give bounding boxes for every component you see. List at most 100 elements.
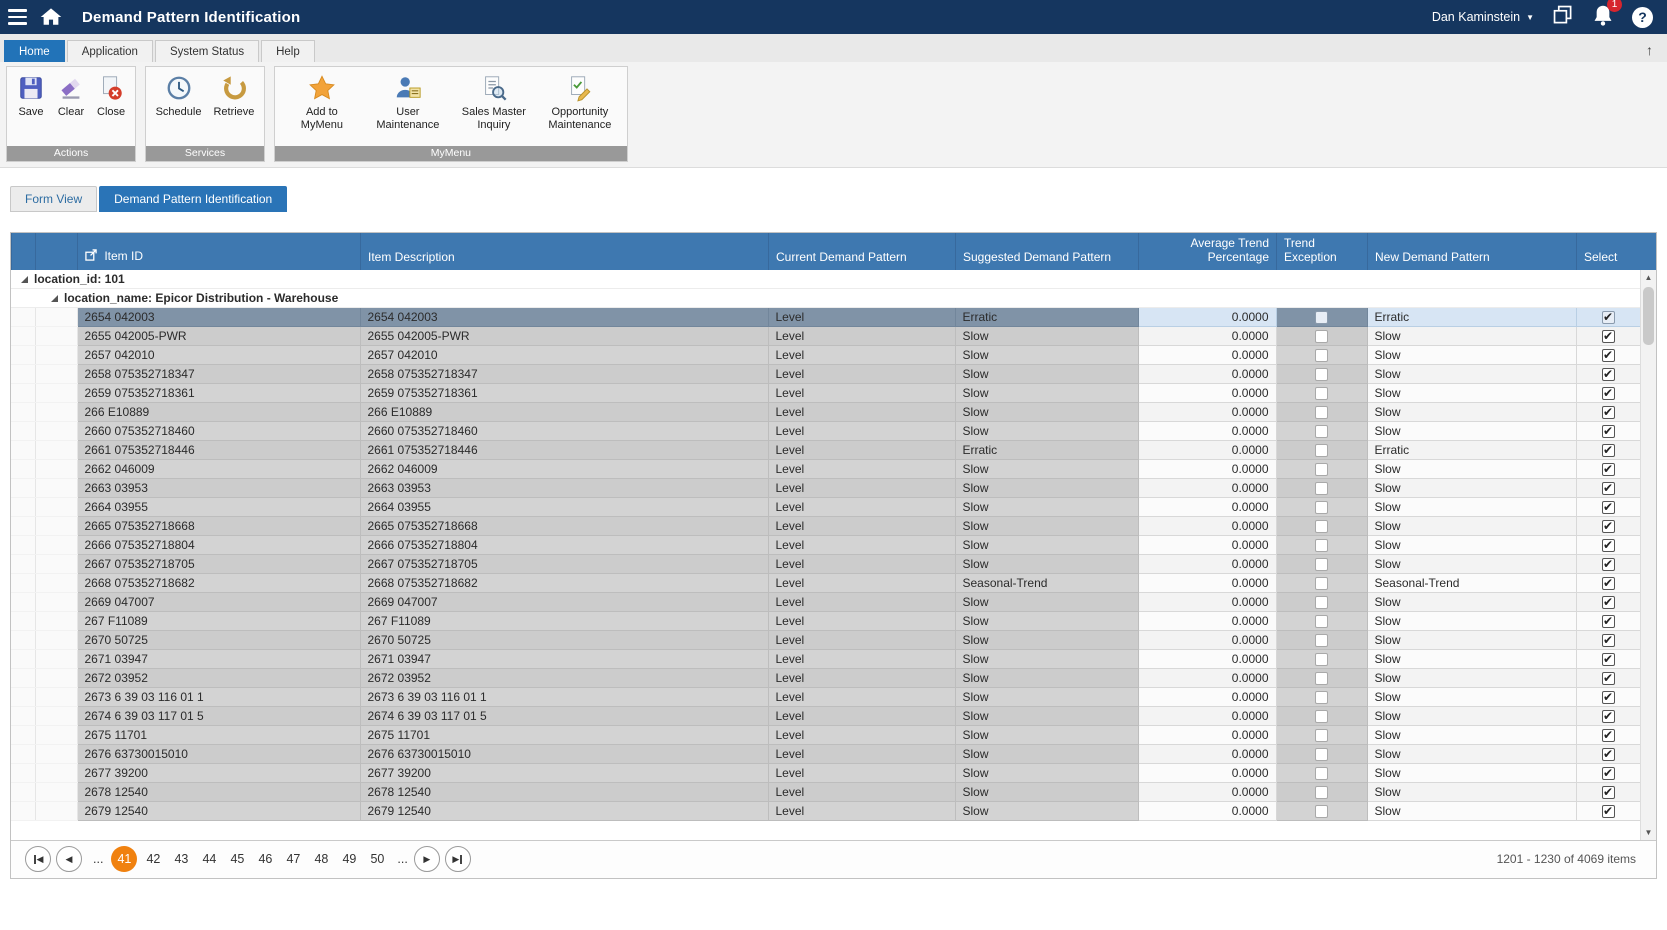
cell-average-trend-percentage[interactable]: 0.0000 xyxy=(1138,802,1276,821)
table-row[interactable]: 2668 075352718682 2668 075352718682 Leve… xyxy=(11,574,1641,593)
trend-exception-checkbox[interactable] xyxy=(1315,368,1328,381)
cell-average-trend-percentage[interactable]: 0.0000 xyxy=(1138,783,1276,802)
cell-select[interactable] xyxy=(1576,384,1641,403)
select-checkbox[interactable] xyxy=(1602,539,1615,552)
select-checkbox[interactable] xyxy=(1602,786,1615,799)
cell-average-trend-percentage[interactable]: 0.0000 xyxy=(1138,441,1276,460)
menu-tab-application[interactable]: Application xyxy=(67,40,153,62)
cell-trend-exception[interactable] xyxy=(1276,308,1367,327)
cell-trend-exception[interactable] xyxy=(1276,403,1367,422)
cell-select[interactable] xyxy=(1576,688,1641,707)
table-row[interactable]: 2669 047007 2669 047007 Level Slow 0.000… xyxy=(11,593,1641,612)
cell-current-demand-pattern[interactable]: Level xyxy=(768,650,955,669)
cell-average-trend-percentage[interactable]: 0.0000 xyxy=(1138,555,1276,574)
trend-exception-checkbox[interactable] xyxy=(1315,387,1328,400)
trend-exception-checkbox[interactable] xyxy=(1315,558,1328,571)
table-row[interactable]: 2666 075352718804 2666 075352718804 Leve… xyxy=(11,536,1641,555)
cell-average-trend-percentage[interactable]: 0.0000 xyxy=(1138,498,1276,517)
cell-new-demand-pattern[interactable]: Slow xyxy=(1367,517,1576,536)
cell-suggested-demand-pattern[interactable]: Slow xyxy=(955,555,1138,574)
tab-form-view[interactable]: Form View xyxy=(10,186,97,212)
cell-average-trend-percentage[interactable]: 0.0000 xyxy=(1138,327,1276,346)
table-row[interactable]: 2663 03953 2663 03953 Level Slow 0.0000 … xyxy=(11,479,1641,498)
cell-suggested-demand-pattern[interactable]: Slow xyxy=(955,422,1138,441)
pager-page-47[interactable]: 47 xyxy=(281,847,305,871)
cell-new-demand-pattern[interactable]: Slow xyxy=(1367,783,1576,802)
cell-item-id[interactable]: 2654 042003 xyxy=(77,308,360,327)
cell-select[interactable] xyxy=(1576,764,1641,783)
cell-suggested-demand-pattern[interactable]: Slow xyxy=(955,802,1138,821)
select-checkbox[interactable] xyxy=(1602,558,1615,571)
cell-new-demand-pattern[interactable]: Slow xyxy=(1367,384,1576,403)
cell-suggested-demand-pattern[interactable]: Slow xyxy=(955,346,1138,365)
cell-trend-exception[interactable] xyxy=(1276,593,1367,612)
trend-exception-checkbox[interactable] xyxy=(1315,577,1328,590)
cell-trend-exception[interactable] xyxy=(1276,745,1367,764)
cell-suggested-demand-pattern[interactable]: Slow xyxy=(955,669,1138,688)
trend-exception-checkbox[interactable] xyxy=(1315,634,1328,647)
cell-select[interactable] xyxy=(1576,631,1641,650)
cell-select[interactable] xyxy=(1576,593,1641,612)
cell-item-description[interactable]: 2671 03947 xyxy=(360,650,768,669)
select-checkbox[interactable] xyxy=(1602,748,1615,761)
tab-demand-pattern-identification[interactable]: Demand Pattern Identification xyxy=(99,186,287,212)
cell-average-trend-percentage[interactable]: 0.0000 xyxy=(1138,460,1276,479)
cell-new-demand-pattern[interactable]: Slow xyxy=(1367,460,1576,479)
cell-average-trend-percentage[interactable]: 0.0000 xyxy=(1138,688,1276,707)
cell-item-id[interactable]: 2661 075352718446 xyxy=(77,441,360,460)
trend-exception-checkbox[interactable] xyxy=(1315,463,1328,476)
cell-select[interactable] xyxy=(1576,802,1641,821)
cell-trend-exception[interactable] xyxy=(1276,384,1367,403)
cell-item-id[interactable]: 2676 63730015010 xyxy=(77,745,360,764)
cell-item-id[interactable]: 2673 6 39 03 116 01 1 xyxy=(77,688,360,707)
trend-exception-checkbox[interactable] xyxy=(1315,311,1328,324)
cell-item-description[interactable]: 2662 046009 xyxy=(360,460,768,479)
cell-current-demand-pattern[interactable]: Level xyxy=(768,593,955,612)
collapse-ribbon-icon[interactable]: ↑ xyxy=(1646,42,1653,58)
home-icon[interactable] xyxy=(34,0,68,34)
cell-current-demand-pattern[interactable]: Level xyxy=(768,498,955,517)
cell-current-demand-pattern[interactable]: Level xyxy=(768,327,955,346)
trend-exception-checkbox[interactable] xyxy=(1315,482,1328,495)
trend-exception-checkbox[interactable] xyxy=(1315,672,1328,685)
save-button[interactable]: Save xyxy=(12,71,50,121)
select-checkbox[interactable] xyxy=(1602,501,1615,514)
cell-average-trend-percentage[interactable]: 0.0000 xyxy=(1138,650,1276,669)
trend-exception-checkbox[interactable] xyxy=(1315,444,1328,457)
cell-average-trend-percentage[interactable]: 0.0000 xyxy=(1138,764,1276,783)
cell-current-demand-pattern[interactable]: Level xyxy=(768,308,955,327)
cell-item-id[interactable]: 267 F11089 xyxy=(77,612,360,631)
cell-average-trend-percentage[interactable]: 0.0000 xyxy=(1138,384,1276,403)
cell-item-id[interactable]: 2662 046009 xyxy=(77,460,360,479)
group-row-location-id[interactable]: location_id: 101 xyxy=(11,270,1641,289)
cell-average-trend-percentage[interactable]: 0.0000 xyxy=(1138,612,1276,631)
select-checkbox[interactable] xyxy=(1602,596,1615,609)
trend-exception-checkbox[interactable] xyxy=(1315,615,1328,628)
cell-suggested-demand-pattern[interactable]: Slow xyxy=(955,783,1138,802)
cell-current-demand-pattern[interactable]: Level xyxy=(768,536,955,555)
cell-select[interactable] xyxy=(1576,441,1641,460)
cell-select[interactable] xyxy=(1576,726,1641,745)
cell-item-id[interactable]: 2674 6 39 03 117 01 5 xyxy=(77,707,360,726)
cell-item-description[interactable]: 2676 63730015010 xyxy=(360,745,768,764)
cell-item-description[interactable]: 2665 075352718668 xyxy=(360,517,768,536)
cell-current-demand-pattern[interactable]: Level xyxy=(768,574,955,593)
trend-exception-checkbox[interactable] xyxy=(1315,539,1328,552)
cell-current-demand-pattern[interactable]: Level xyxy=(768,612,955,631)
pager-page-41[interactable]: 41 xyxy=(111,846,137,872)
table-row[interactable]: 266 E10889 266 E10889 Level Slow 0.0000 … xyxy=(11,403,1641,422)
cell-average-trend-percentage[interactable]: 0.0000 xyxy=(1138,422,1276,441)
cell-current-demand-pattern[interactable]: Level xyxy=(768,555,955,574)
cell-trend-exception[interactable] xyxy=(1276,612,1367,631)
notifications-bell-icon[interactable]: 1 xyxy=(1592,3,1614,32)
cell-suggested-demand-pattern[interactable]: Slow xyxy=(955,327,1138,346)
pager-page-42[interactable]: 42 xyxy=(141,847,165,871)
select-checkbox[interactable] xyxy=(1602,577,1615,590)
cell-suggested-demand-pattern[interactable]: Slow xyxy=(955,593,1138,612)
table-row[interactable]: 2662 046009 2662 046009 Level Slow 0.000… xyxy=(11,460,1641,479)
cell-suggested-demand-pattern[interactable]: Slow xyxy=(955,365,1138,384)
table-row[interactable]: 2679 12540 2679 12540 Level Slow 0.0000 … xyxy=(11,802,1641,821)
cell-current-demand-pattern[interactable]: Level xyxy=(768,688,955,707)
cell-trend-exception[interactable] xyxy=(1276,631,1367,650)
last-page-button[interactable]: ▶ xyxy=(445,846,471,872)
